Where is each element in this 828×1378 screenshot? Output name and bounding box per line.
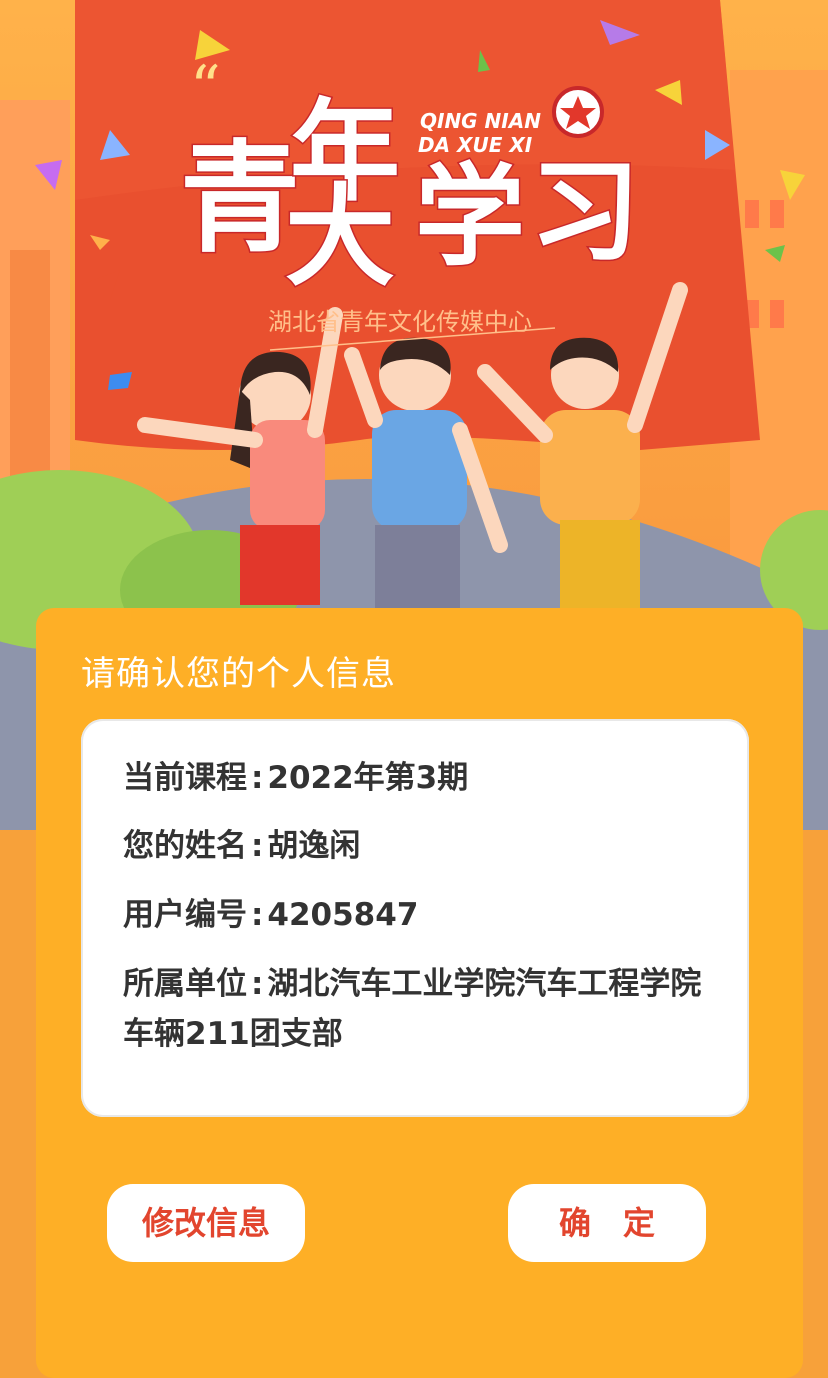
row-value: 胡逸闲	[267, 828, 361, 864]
row-course: 当前课程:2022年第3期	[123, 753, 723, 803]
title-char-4: 学	[415, 153, 525, 281]
pinyin-line-1: QING NIAN	[420, 109, 541, 133]
title-char-3: 大	[285, 173, 395, 301]
row-label: 当前课程	[123, 760, 247, 796]
title-char-5: 习	[530, 148, 640, 276]
row-value: 2022年第3期	[267, 760, 469, 796]
row-label: 所属单位	[123, 966, 247, 1002]
row-colon: :	[251, 760, 264, 796]
info-card: 请确认您的个人信息 当前课程:2022年第3期 您的姓名: 胡逸闲 用户编号:42…	[36, 608, 803, 1378]
row-label: 用户编号	[123, 897, 247, 933]
banner-subtitle: 湖北省青年文化传媒中心	[268, 308, 532, 336]
edit-info-button[interactable]: 修改信息	[107, 1184, 305, 1262]
row-unit: 所属单位: 湖北汽车工业学院汽车工程学院车辆211团支部	[123, 959, 723, 1059]
row-user-id: 用户编号:4205847	[123, 890, 723, 940]
row-colon: :	[251, 897, 264, 933]
confirm-button[interactable]: 确 定	[508, 1184, 706, 1262]
title-char-1: 青	[180, 130, 300, 269]
card-title: 请确认您的个人信息	[81, 654, 396, 694]
star-badge-icon	[552, 86, 604, 138]
info-box: 当前课程:2022年第3期 您的姓名: 胡逸闲 用户编号:4205847 所属单位…	[81, 719, 749, 1117]
row-colon: :	[251, 828, 264, 864]
row-colon: :	[251, 966, 264, 1002]
row-label: 您的姓名	[123, 828, 247, 864]
row-name: 您的姓名: 胡逸闲	[123, 821, 723, 871]
quote-mark: “	[190, 53, 221, 123]
row-value: 4205847	[267, 897, 419, 933]
pinyin-line-2: DA XUE XI	[418, 133, 533, 157]
pinyin: QING NIAN DA XUE XI	[418, 109, 541, 157]
